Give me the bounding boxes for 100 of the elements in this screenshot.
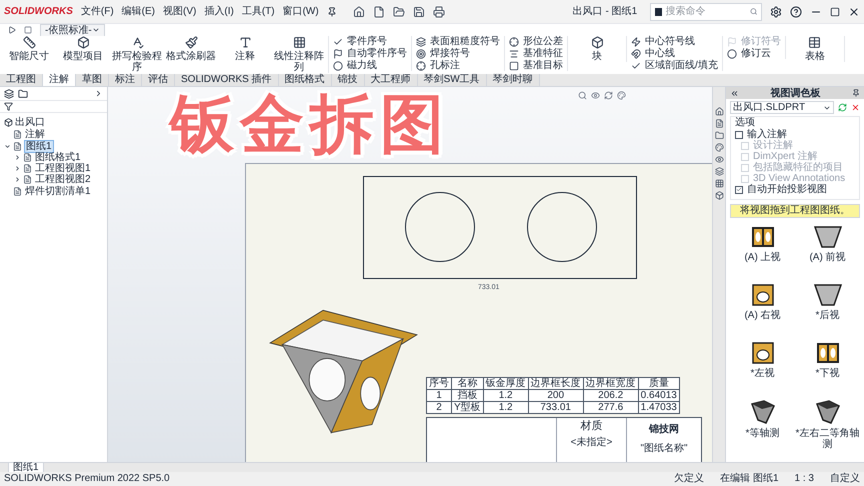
tool-icon <box>416 36 426 46</box>
pin-icon[interactable] <box>326 6 337 16</box>
ribbon-tab[interactable]: 图纸格式 <box>278 74 332 86</box>
checkbox[interactable] <box>735 130 743 138</box>
task-pane-tab-icon[interactable] <box>714 107 724 116</box>
ribbon-button[interactable]: 基准特征 <box>509 48 563 59</box>
menu-item[interactable]: 视图(V) <box>163 4 196 19</box>
task-pane-tab-icon[interactable] <box>714 179 724 188</box>
search-field[interactable]: 搜索命令 <box>650 2 762 20</box>
ribbon-button[interactable]: 焊接符号 <box>416 48 500 59</box>
tree-item[interactable]: 图纸1 <box>24 140 54 153</box>
settings-icon[interactable] <box>770 6 782 18</box>
ribbon-button[interactable]: 表格 <box>790 36 840 62</box>
view-label[interactable]: (A) 右视 <box>744 310 781 321</box>
menu-item[interactable]: 工具(T) <box>242 4 275 19</box>
appearance-icon[interactable] <box>617 91 626 100</box>
view-label[interactable]: *左右二等角轴测 <box>795 428 860 450</box>
tool-icon <box>130 36 144 49</box>
menu-item[interactable]: 文件(F) <box>80 4 114 19</box>
view-label[interactable]: *后视 <box>816 310 840 321</box>
feature-tree-tab-icon[interactable] <box>4 88 14 98</box>
ribbon-tab[interactable]: 标注 <box>109 74 142 86</box>
printer-icon[interactable] <box>432 6 445 18</box>
ribbon-button[interactable]: 线性注释阵列 <box>274 36 324 73</box>
filter-icon[interactable] <box>4 102 13 111</box>
status-state: 欠定义 <box>674 473 704 485</box>
menu-item[interactable]: 窗口(W) <box>282 4 319 19</box>
task-pane-tab-icon[interactable] <box>714 191 724 200</box>
task-pane-tab-icon[interactable] <box>714 155 724 164</box>
table-header: 边界框宽度 <box>583 378 638 390</box>
expand-panel-icon[interactable] <box>94 89 103 98</box>
ribbon-button[interactable]: 中心线 <box>631 48 718 59</box>
ribbon-button[interactable]: 拼写检验程序 <box>112 36 162 73</box>
ribbon-button[interactable]: 磁力线 <box>333 60 407 71</box>
play-icon[interactable] <box>8 26 16 34</box>
ribbon-button[interactable]: 自动零件序号 <box>333 48 407 59</box>
rotate-icon[interactable] <box>604 91 613 100</box>
view-label[interactable]: *等轴测 <box>746 428 780 439</box>
ribbon-button[interactable]: 智能尺寸 <box>4 36 54 62</box>
ribbon-button[interactable]: 表面粗糙度符号 <box>416 36 500 47</box>
ribbon-tab[interactable]: 工程图 <box>0 74 43 86</box>
close-icon[interactable] <box>848 6 860 18</box>
view-label[interactable]: (A) 前视 <box>809 252 846 263</box>
menu-item[interactable]: 编辑(E) <box>122 4 156 19</box>
menu-item[interactable]: 插入(I) <box>204 4 234 19</box>
ribbon-button[interactable]: 模型项目 <box>58 36 108 62</box>
ribbon-button[interactable]: 孔标注 <box>416 60 500 71</box>
overlay-title: 钣金拆图 <box>170 87 450 161</box>
pin-icon[interactable] <box>852 89 860 97</box>
view-label[interactable]: (A) 上视 <box>744 252 781 263</box>
ribbon-tab[interactable]: 大工程师 <box>364 74 418 86</box>
maximize-icon[interactable] <box>830 6 840 16</box>
ribbon-tab[interactable]: 琴剑SW工具 <box>418 74 487 86</box>
refresh-icon[interactable] <box>838 103 847 112</box>
checkbox[interactable] <box>735 186 743 194</box>
standard-dropdown[interactable]: -依照标准- <box>40 24 105 36</box>
save-icon[interactable] <box>412 6 425 18</box>
ribbon-button[interactable]: 基准目标 <box>509 60 563 71</box>
task-pane-tab-icon[interactable] <box>714 167 724 176</box>
task-pane-tab-icon[interactable] <box>714 119 724 128</box>
table-header: 钣金厚度 <box>483 378 528 390</box>
ribbon-button[interactable]: 注释 <box>220 36 270 62</box>
view-label[interactable]: *下视 <box>816 368 840 379</box>
tree-root[interactable]: 出风口 <box>15 117 45 128</box>
task-pane-tab-icon[interactable] <box>714 143 724 152</box>
tree-item[interactable]: 图纸格式1 <box>34 152 82 163</box>
tree-node-icon <box>13 187 22 196</box>
sheet-tab[interactable]: 图纸1 <box>8 462 44 472</box>
ribbon-button[interactable]: 格式涂刷器 <box>166 36 216 62</box>
ribbon-button[interactable]: 区域剖面线/填充 <box>631 60 718 71</box>
ribbon-tab[interactable]: 注解 <box>43 74 76 86</box>
ribbon-tab[interactable]: SOLIDWORKS 插件 <box>175 74 279 86</box>
new-file-icon[interactable] <box>372 6 385 18</box>
open-folder-icon[interactable] <box>392 6 405 18</box>
ribbon-button[interactable]: 块 <box>572 36 622 62</box>
view-label[interactable]: *左视 <box>750 368 774 379</box>
search-input[interactable]: 搜索命令 <box>666 4 746 19</box>
tree-item[interactable]: 焊件切割清单1 <box>24 186 92 197</box>
file-dropdown[interactable]: 出风口.SLDPRT <box>730 101 834 114</box>
ribbon-button[interactable]: 零件序号 <box>333 36 407 47</box>
home-icon[interactable] <box>352 6 365 18</box>
ribbon-tab[interactable]: 草图 <box>76 74 109 86</box>
ribbon-tab[interactable]: 评估 <box>142 74 175 86</box>
tool-icon <box>22 36 36 49</box>
tree-item[interactable]: 工程图视图1 <box>34 163 92 174</box>
view-icon[interactable] <box>591 91 600 100</box>
zoom-icon[interactable] <box>578 91 587 100</box>
tree-item[interactable]: 工程图视图2 <box>34 174 92 185</box>
ribbon-button[interactable]: 修订云 <box>726 48 781 59</box>
collapse-icon[interactable] <box>730 88 739 98</box>
property-tab-icon[interactable] <box>18 88 28 98</box>
tree-item[interactable]: 注解 <box>24 129 46 140</box>
help-icon[interactable] <box>790 6 802 18</box>
options-label: 选项 <box>735 117 756 129</box>
ribbon-tab[interactable]: 锦技 <box>332 74 365 86</box>
ribbon-button[interactable]: 中心符号线 <box>631 36 718 47</box>
ribbon-button[interactable]: 形位公差 <box>509 36 563 47</box>
task-pane-tab-icon[interactable] <box>714 131 724 140</box>
stop-icon[interactable] <box>24 26 32 34</box>
ribbon-tab[interactable]: 琴剑时聊 <box>486 74 540 86</box>
